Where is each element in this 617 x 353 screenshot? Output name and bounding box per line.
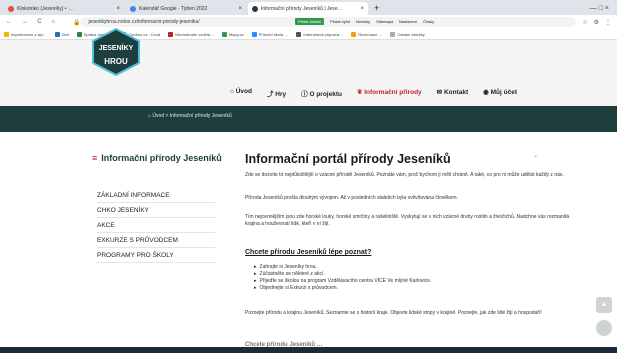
list-item[interactable]: Objednejte si Exkurzi s průvodcem.	[254, 285, 431, 292]
nav-label: Kontakt	[443, 89, 469, 96]
list-item[interactable]: Zúčastněte se některé z akcí.	[254, 271, 431, 278]
explore-paragraph: Poznejte přírodu a krajinu Jeseníků. Sez…	[245, 310, 542, 316]
logo-text-top: JESENÍKY	[99, 43, 134, 52]
nav-contact[interactable]: ✉ Kontakt	[437, 88, 468, 98]
main-navigation: ⌂ Úvod ⤴ Hry ⓘ O projektu ❦ Informační p…	[230, 88, 532, 98]
breadcrumb-text[interactable]: Úvod > Informační přírody Jeseníků	[152, 113, 231, 119]
sidebar-item-basic-info[interactable]: ZÁKLADNÍ INFORMACE	[97, 188, 215, 203]
tab-favicon-icon	[252, 5, 258, 12]
hamburger-menu-icon[interactable]: ≡	[92, 153, 97, 163]
nav-nature-info[interactable]: ❦ Informační přírody	[357, 88, 422, 98]
nav-home[interactable]: ⌂ Úvod	[230, 88, 252, 98]
nav-label: Hry	[275, 91, 287, 98]
browser-tab-bar: Klokotoko (Jeseníky) • … × Kalendář Googl…	[0, 0, 617, 15]
tab-favicon-icon	[8, 5, 14, 12]
bookmark-icon	[296, 31, 302, 37]
bookmark-icon	[251, 31, 257, 37]
bookmark-icon	[221, 31, 227, 37]
sidebar-item-guided-tours[interactable]: EXKURZE S PRŮVODCEM	[97, 233, 215, 248]
bookmark-item[interactable]: Mapy.cz	[221, 31, 244, 37]
sitemap-link[interactable]: Sitemapa	[376, 19, 393, 24]
tab-label: Klokotoko (Jeseníky) • …	[17, 5, 73, 12]
window-controls[interactable]: — □ ×	[590, 2, 617, 15]
list-item[interactable]: Zahrajte si Jeseníky hrou.	[254, 264, 431, 271]
nav-label: Můj účet	[490, 89, 517, 96]
habitats-paragraph: Tím nejcennějším jsou zde horské louky, …	[245, 214, 570, 227]
settings-link[interactable]: Nastavení	[399, 19, 417, 24]
page-banner	[0, 106, 617, 132]
bookmark-icon	[351, 31, 357, 37]
sidebar-title-text: Informační přírody Jeseníků	[101, 153, 222, 163]
bookmark-item[interactable]: Rezervace …	[351, 31, 383, 37]
close-tab-icon[interactable]: ×	[116, 6, 120, 12]
chevron-down-icon[interactable]: ⌄	[533, 152, 538, 159]
bookmark-item[interactable]: Internetová příprava…	[296, 31, 344, 37]
tab-label: Kalendář Google - Týden 2022	[139, 5, 208, 12]
bookmark-label: Ostatní záložky	[397, 31, 425, 37]
nav-about[interactable]: ⓘ O projektu	[301, 88, 342, 98]
menu-dots-icon[interactable]: ⋮	[605, 19, 611, 26]
lock-icon: 🔒	[72, 19, 81, 26]
sidebar-item-school-programs[interactable]: PROGRAMY PRO ŠKOLY	[97, 248, 215, 263]
os-taskbar	[0, 347, 617, 353]
bookmark-label: Importováno z apl…	[11, 31, 47, 37]
bookmark-item[interactable]: Dell	[54, 31, 69, 37]
bullet-list: Zahrajte si Jeseníky hrou. Zúčastněte se…	[254, 264, 432, 292]
add-article-button[interactable]: Přidat článek	[295, 18, 325, 25]
bookmark-item[interactable]: Přírodní škola …	[251, 31, 289, 37]
close-tab-icon[interactable]: ×	[238, 6, 242, 12]
history-paragraph: Příroda Jeseníků prošla dlouhým vývojem.…	[245, 195, 458, 201]
bookmark-icon	[390, 31, 396, 37]
bookmark-label: Dell	[61, 31, 69, 37]
bookmark-label: Internetová příprava…	[303, 31, 344, 37]
nav-games[interactable]: ⤴ Hry	[267, 88, 286, 98]
nav-account[interactable]: ◉ Můj účet	[483, 88, 517, 98]
site-top-strip: Přidat článek Přidat výlet Novinky Sitem…	[295, 17, 440, 26]
news-link[interactable]: Novinky	[356, 19, 370, 24]
sidebar-item-chko[interactable]: CHKO JESENÍKY	[97, 203, 215, 218]
tab-label: Informační přírody Jeseníků | Jese…	[261, 5, 343, 12]
logo-text-bottom: HROU	[104, 57, 128, 66]
bookmark-label: Rezervace …	[358, 31, 383, 37]
language-select[interactable]: Česky	[423, 19, 434, 24]
intro-paragraph: Zde se dozvíte to nejdůležitější o vzácn…	[245, 172, 564, 178]
bookmark-icon	[54, 31, 60, 37]
nav-label: O projektu	[309, 91, 342, 98]
extensions-icon[interactable]: ⚙	[594, 19, 599, 26]
browser-tab-3[interactable]: Informační přírody Jeseníků | Jese… ×	[248, 2, 368, 15]
bookmark-icon	[168, 31, 174, 37]
list-item[interactable]: Přijeďte se školou na program Vzdělávací…	[254, 278, 432, 285]
nav-label: Úvod	[235, 88, 252, 95]
sidebar-title: ≡ Informační přírody Jeseníků	[92, 154, 222, 163]
sidebar-menu: ZÁKLADNÍ INFORMACE CHKO JESENÍKY AKCE EX…	[97, 188, 215, 263]
bookmark-item[interactable]: Importováno z apl…	[4, 31, 47, 37]
new-tab-button[interactable]: +	[374, 2, 379, 15]
bookmark-item[interactable]: Ostatní záložky	[390, 31, 425, 37]
nav-buttons[interactable]: ← → C ⌂	[6, 19, 59, 25]
mail-icon: ✉	[436, 89, 444, 96]
browser-tab-1[interactable]: Klokotoko (Jeseníky) • … ×	[4, 2, 124, 15]
bookmark-icon	[76, 31, 82, 37]
subheading-link[interactable]: Chcete přírodu Jeseníků lépe poznat?	[245, 249, 371, 256]
scroll-up-button[interactable]: ▲	[596, 297, 612, 313]
sidebar-item-events[interactable]: AKCE	[97, 218, 215, 233]
bookmark-label: Mapy.cz	[228, 31, 244, 37]
bookmark-item[interactable]: Mezinárodní vzdělá…	[168, 31, 214, 37]
breadcrumb: ⌂ Úvod > Informační přírody Jeseníků	[148, 113, 232, 119]
close-tab-icon[interactable]: ×	[360, 6, 364, 12]
star-icon[interactable]: ☆	[582, 19, 587, 26]
jeseniky-hrou-logo[interactable]: JESENÍKY HROU	[90, 28, 142, 76]
bookmark-label: Mezinárodní vzdělá…	[175, 31, 214, 37]
bookmark-label: Přírodní škola …	[258, 31, 289, 37]
add-trip-link[interactable]: Přidat výlet	[330, 19, 350, 24]
user-icon: ◉	[483, 89, 491, 96]
tab-favicon-icon	[130, 5, 136, 12]
chat-icon[interactable]	[596, 320, 612, 336]
bookmark-icon	[4, 31, 9, 37]
nav-label: Informační přírody	[364, 89, 422, 96]
browser-tab-2[interactable]: Kalendář Google - Týden 2022 ×	[126, 2, 246, 15]
page-title: Informační portál přírody Jeseníků	[245, 152, 451, 166]
